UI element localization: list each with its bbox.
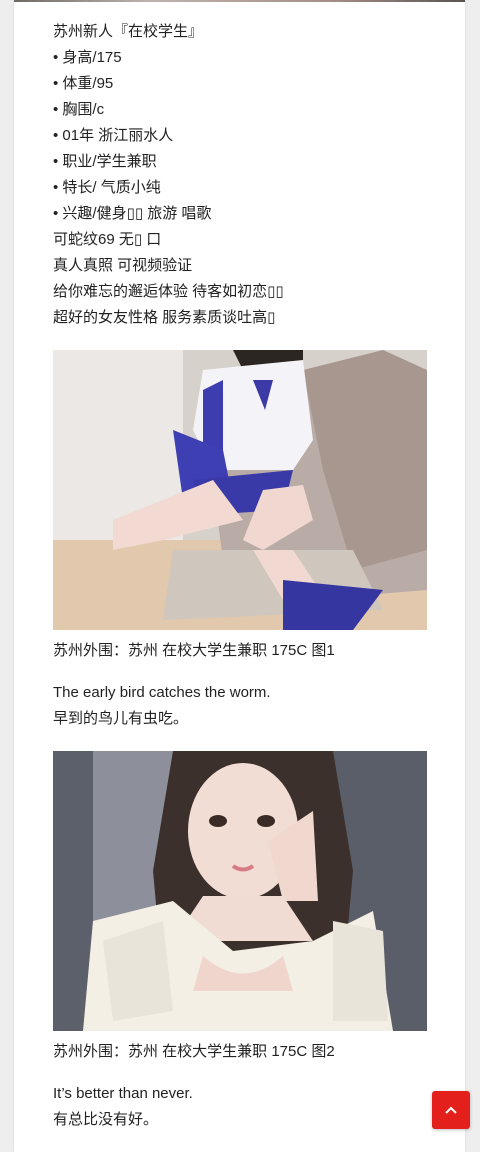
article-content: 苏州新人『在校学生』 • 身高/175 • 体重/95 • 胸围/c • 01年…: [53, 19, 427, 1133]
previous-image-edge: [14, 0, 465, 2]
intro-text: 苏州新人『在校学生』 • 身高/175 • 体重/95 • 胸围/c • 01年…: [53, 19, 427, 331]
photo-2-illustration: [53, 751, 427, 1031]
quote-1: The early bird catches the worm. 早到的鸟儿有虫…: [53, 680, 427, 732]
quote-1-chinese: 早到的鸟儿有虫吃。: [53, 710, 189, 727]
intro-line: • 职业/学生兼职: [53, 153, 157, 170]
intro-line: • 体重/95: [53, 75, 114, 92]
back-to-top-button[interactable]: [432, 1091, 470, 1129]
intro-line: • 胸围/c: [53, 101, 105, 118]
intro-line: • 身高/175: [53, 49, 122, 66]
intro-line: • 特长/ 气质小纯: [53, 179, 161, 196]
intro-line: • 01年 浙江丽水人: [53, 127, 174, 144]
photo-1-caption: 苏州外围：苏州 在校大学生兼职 175C 图1: [53, 642, 335, 659]
photo-1: [53, 350, 427, 630]
quote-2-chinese: 有总比没有好。: [53, 1111, 159, 1128]
chevron-up-icon: [445, 1106, 457, 1114]
intro-line: 真人真照 可视频验证: [53, 257, 193, 274]
intro-line: 可蛇纹69 无▯ 口: [53, 231, 162, 248]
intro-line: 给你难忘的邂逅体验 待客如初恋▯▯: [53, 283, 284, 300]
intro-line: • 兴趣/健身▯▯ 旅游 唱歌: [53, 205, 212, 222]
photo-2-caption: 苏州外围：苏州 在校大学生兼职 175C 图2: [53, 1043, 335, 1060]
quote-2-english: It’s better than never.: [53, 1085, 193, 1102]
photo-2: [53, 751, 427, 1031]
article-card: 苏州新人『在校学生』 • 身高/175 • 体重/95 • 胸围/c • 01年…: [14, 0, 465, 1152]
intro-line: 超好的女友性格 服务素质谈吐高▯: [53, 309, 276, 326]
intro-line: 苏州新人『在校学生』: [53, 23, 204, 40]
quote-2: It’s better than never. 有总比没有好。: [53, 1081, 427, 1133]
photo-1-illustration: [53, 350, 427, 630]
quote-1-english: The early bird catches the worm.: [53, 684, 271, 701]
